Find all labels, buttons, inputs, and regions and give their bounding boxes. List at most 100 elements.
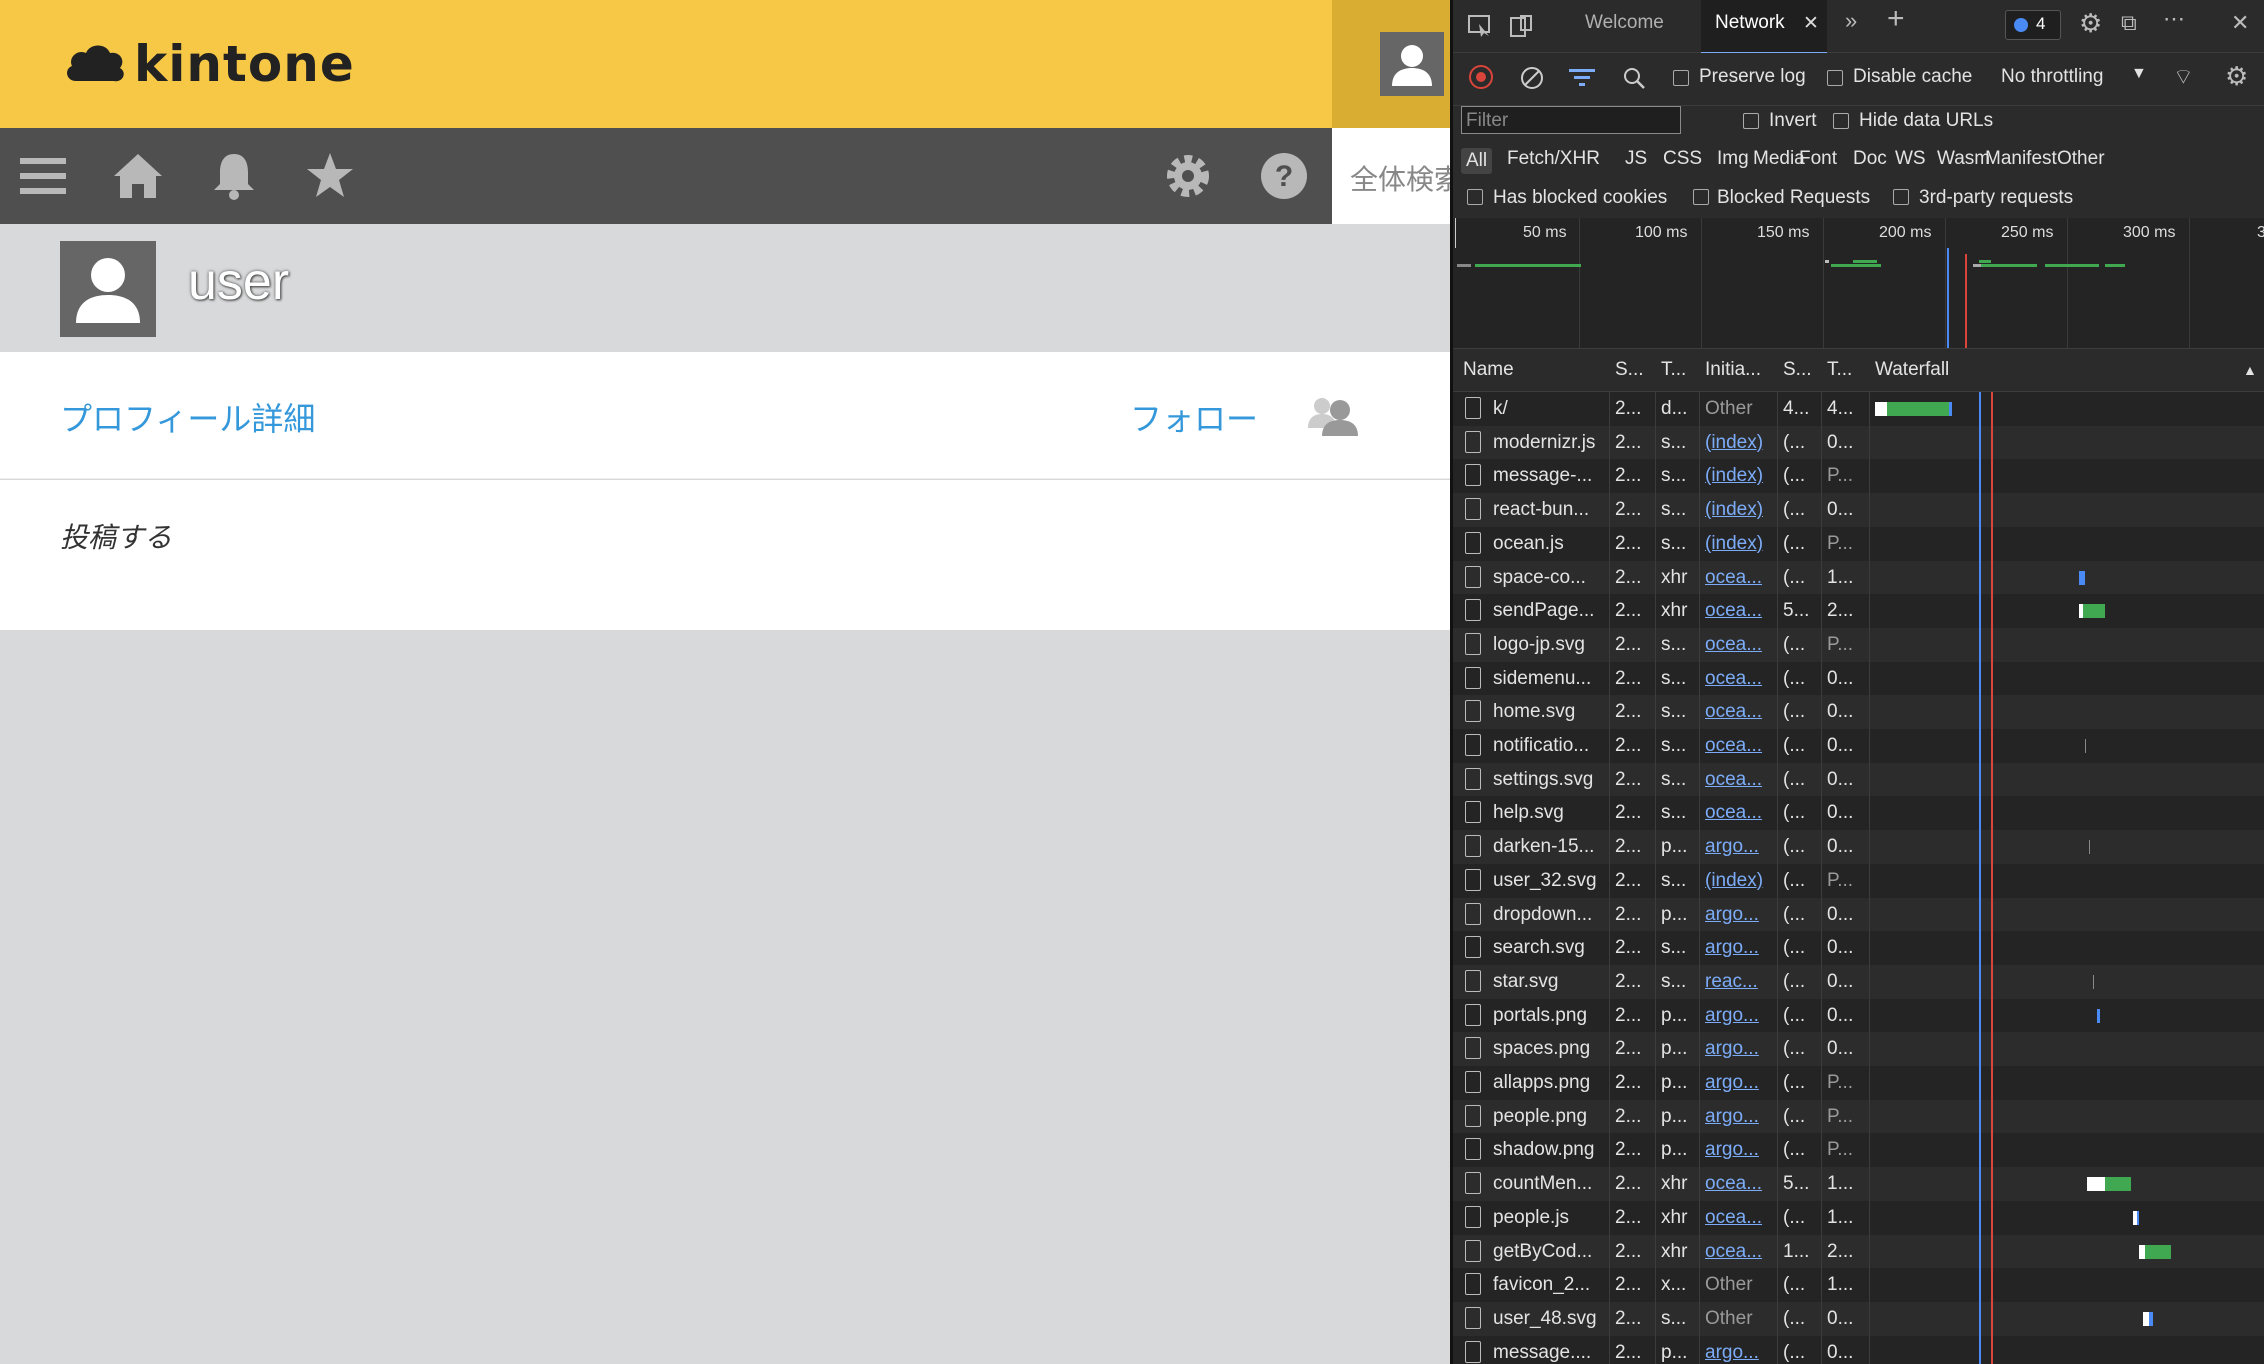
cell-initiator[interactable]: ocea... bbox=[1705, 1173, 1775, 1195]
cell-initiator[interactable]: argo... bbox=[1705, 904, 1775, 926]
cell-initiator[interactable]: ocea... bbox=[1705, 600, 1775, 622]
throttling-select[interactable]: No throttling bbox=[2001, 66, 2103, 88]
header-avatar[interactable] bbox=[1380, 32, 1444, 96]
table-row[interactable]: sendPage... 2... xhr ocea... 5... 2... bbox=[1453, 594, 2264, 628]
type-filter-fetchxhr[interactable]: Fetch/XHR bbox=[1507, 148, 1600, 170]
followers-icon[interactable] bbox=[1306, 394, 1362, 438]
filter-icon[interactable] bbox=[1569, 67, 1595, 89]
search-icon[interactable] bbox=[1621, 65, 1647, 91]
cell-initiator[interactable]: (index) bbox=[1705, 465, 1775, 487]
close-devtools-icon[interactable]: ✕ bbox=[2231, 10, 2249, 36]
add-tab-icon[interactable]: + bbox=[1887, 2, 1905, 36]
col-status[interactable]: S... bbox=[1615, 359, 1644, 381]
table-row[interactable]: space-co... 2... xhr ocea... (... 1... bbox=[1453, 560, 2264, 595]
table-row[interactable]: user_32.svg 2... s... (index) (... P... bbox=[1453, 863, 2264, 898]
cell-initiator[interactable]: ocea... bbox=[1705, 567, 1775, 589]
table-row[interactable]: message.... 2... p... argo... (... 0... bbox=[1453, 1335, 2264, 1364]
type-filter-doc[interactable]: Doc bbox=[1853, 148, 1887, 170]
blocked-requests-checkbox[interactable] bbox=[1693, 189, 1709, 205]
cell-initiator[interactable]: ocea... bbox=[1705, 735, 1775, 757]
type-filter-font[interactable]: Font bbox=[1799, 148, 1837, 170]
table-row[interactable]: portals.png 2... p... argo... (... 0... bbox=[1453, 998, 2264, 1033]
more-options-icon[interactable]: ⋯ bbox=[2163, 6, 2185, 32]
cell-initiator[interactable]: argo... bbox=[1705, 1005, 1775, 1027]
type-filter-ws[interactable]: WS bbox=[1895, 148, 1926, 170]
more-tabs-icon[interactable]: » bbox=[1845, 8, 1857, 34]
table-row[interactable]: allapps.png 2... p... argo... (... P... bbox=[1453, 1066, 2264, 1100]
col-type[interactable]: T... bbox=[1661, 359, 1686, 381]
network-overview-timeline[interactable]: 50 ms 100 ms 150 ms 200 ms 250 ms 300 ms… bbox=[1453, 218, 2264, 349]
table-row[interactable]: ocean.js 2... s... (index) (... P... bbox=[1453, 526, 2264, 561]
table-row[interactable]: getByCod... 2... xhr ocea... 1... 2... bbox=[1453, 1234, 2264, 1269]
record-icon[interactable] bbox=[1469, 65, 1493, 89]
network-settings-gear-icon[interactable]: ⚙ bbox=[2225, 61, 2248, 92]
table-row[interactable]: spaces.png 2... p... argo... (... 0... bbox=[1453, 1032, 2264, 1066]
preserve-log-checkbox[interactable] bbox=[1673, 70, 1689, 86]
table-row[interactable]: react-bun... 2... s... (index) (... 0... bbox=[1453, 493, 2264, 527]
table-row[interactable]: people.png 2... p... argo... (... P... bbox=[1453, 1099, 2264, 1134]
cell-initiator[interactable]: ocea... bbox=[1705, 769, 1775, 791]
cell-initiator[interactable]: reac... bbox=[1705, 971, 1775, 993]
device-toolbar-icon[interactable] bbox=[1509, 14, 1535, 38]
close-tab-icon[interactable]: ✕ bbox=[1803, 12, 1819, 35]
network-conditions-icon[interactable]: ⌔ bbox=[2173, 63, 2194, 91]
table-row[interactable]: message-... 2... s... (index) (... P... bbox=[1453, 459, 2264, 494]
global-search-input[interactable]: 全体検索 bbox=[1332, 128, 1450, 224]
follow-button[interactable]: フォロー bbox=[1130, 394, 1258, 440]
type-filter-all[interactable]: All bbox=[1461, 148, 1493, 174]
bell-icon[interactable] bbox=[208, 150, 260, 202]
table-row[interactable]: notificatio... 2... s... ocea... (... 0... bbox=[1453, 729, 2264, 763]
table-row[interactable]: k/2... d... Other 4... 4... bbox=[1453, 392, 2264, 426]
table-row[interactable]: countMen... 2... xhr ocea... 5... 1... bbox=[1453, 1167, 2264, 1201]
table-row[interactable]: search.svg 2... s... argo... (... 0... bbox=[1453, 931, 2264, 965]
profile-details-link[interactable]: プロフィール詳細 bbox=[60, 394, 315, 440]
inspect-element-icon[interactable] bbox=[1467, 14, 1493, 38]
messages-badge[interactable]: 4 bbox=[2005, 10, 2061, 40]
type-filter-media[interactable]: Media bbox=[1753, 148, 1805, 170]
table-row[interactable]: sidemenu... 2... s... ocea... (... 0... bbox=[1453, 661, 2264, 696]
table-row[interactable]: user_48.svg 2... s... Other (... 0... bbox=[1453, 1301, 2264, 1336]
type-filter-wasm[interactable]: Wasm bbox=[1937, 148, 1990, 170]
table-row[interactable]: home.svg 2... s... ocea... (... 0... bbox=[1453, 695, 2264, 729]
table-row[interactable]: help.svg 2... s... ocea... (... 0... bbox=[1453, 796, 2264, 831]
cell-initiator[interactable]: (index) bbox=[1705, 533, 1775, 555]
cell-initiator[interactable]: ocea... bbox=[1705, 802, 1775, 824]
cell-initiator[interactable]: (index) bbox=[1705, 432, 1775, 454]
has-blocked-cookies-checkbox[interactable] bbox=[1467, 189, 1483, 205]
gear-icon[interactable] bbox=[1162, 150, 1214, 202]
table-row[interactable]: star.svg 2... s... reac... (... 0... bbox=[1453, 964, 2264, 999]
filter-input[interactable]: Filter bbox=[1461, 106, 1681, 134]
home-icon[interactable] bbox=[112, 150, 164, 202]
type-filter-js[interactable]: JS bbox=[1625, 148, 1647, 170]
cell-initiator[interactable]: ocea... bbox=[1705, 1207, 1775, 1229]
tab-network[interactable]: Network ✕ bbox=[1701, 0, 1827, 54]
disable-cache-checkbox[interactable] bbox=[1827, 70, 1843, 86]
cell-initiator[interactable]: ocea... bbox=[1705, 634, 1775, 656]
table-row[interactable]: people.js 2... xhr ocea... (... 1... bbox=[1453, 1200, 2264, 1235]
kintone-logo[interactable]: kintone bbox=[62, 30, 355, 98]
cell-initiator[interactable]: argo... bbox=[1705, 937, 1775, 959]
settings-gear-icon[interactable]: ⚙ bbox=[2079, 8, 2102, 39]
cell-initiator[interactable]: argo... bbox=[1705, 1072, 1775, 1094]
table-row[interactable]: shadow.png 2... p... argo... (... P... bbox=[1453, 1133, 2264, 1168]
cell-initiator[interactable]: argo... bbox=[1705, 1139, 1775, 1161]
cell-initiator[interactable]: argo... bbox=[1705, 1342, 1775, 1364]
type-filter-manifest[interactable]: Manifest bbox=[1985, 148, 2057, 170]
cell-initiator[interactable]: argo... bbox=[1705, 836, 1775, 858]
menu-icon[interactable] bbox=[18, 150, 70, 202]
col-name[interactable]: Name bbox=[1463, 359, 1514, 381]
type-filter-img[interactable]: Img bbox=[1717, 148, 1749, 170]
cell-initiator[interactable]: argo... bbox=[1705, 1038, 1775, 1060]
customize-icon[interactable]: ⧉ bbox=[2121, 10, 2137, 36]
table-row[interactable]: modernizr.js 2... s... (index) (... 0... bbox=[1453, 425, 2264, 460]
table-row[interactable]: dropdown... 2... p... argo... (... 0... bbox=[1453, 897, 2264, 932]
clear-icon[interactable] bbox=[1519, 65, 1545, 91]
type-filter-css[interactable]: CSS bbox=[1663, 148, 1702, 170]
star-icon[interactable] bbox=[304, 150, 356, 202]
cell-initiator[interactable]: (index) bbox=[1705, 870, 1775, 892]
hide-data-urls-checkbox[interactable] bbox=[1833, 113, 1849, 129]
col-waterfall[interactable]: Waterfall bbox=[1875, 359, 1949, 381]
col-initiator[interactable]: Initia... bbox=[1705, 359, 1761, 381]
cell-initiator[interactable]: ocea... bbox=[1705, 668, 1775, 690]
type-filter-other[interactable]: Other bbox=[2057, 148, 2105, 170]
